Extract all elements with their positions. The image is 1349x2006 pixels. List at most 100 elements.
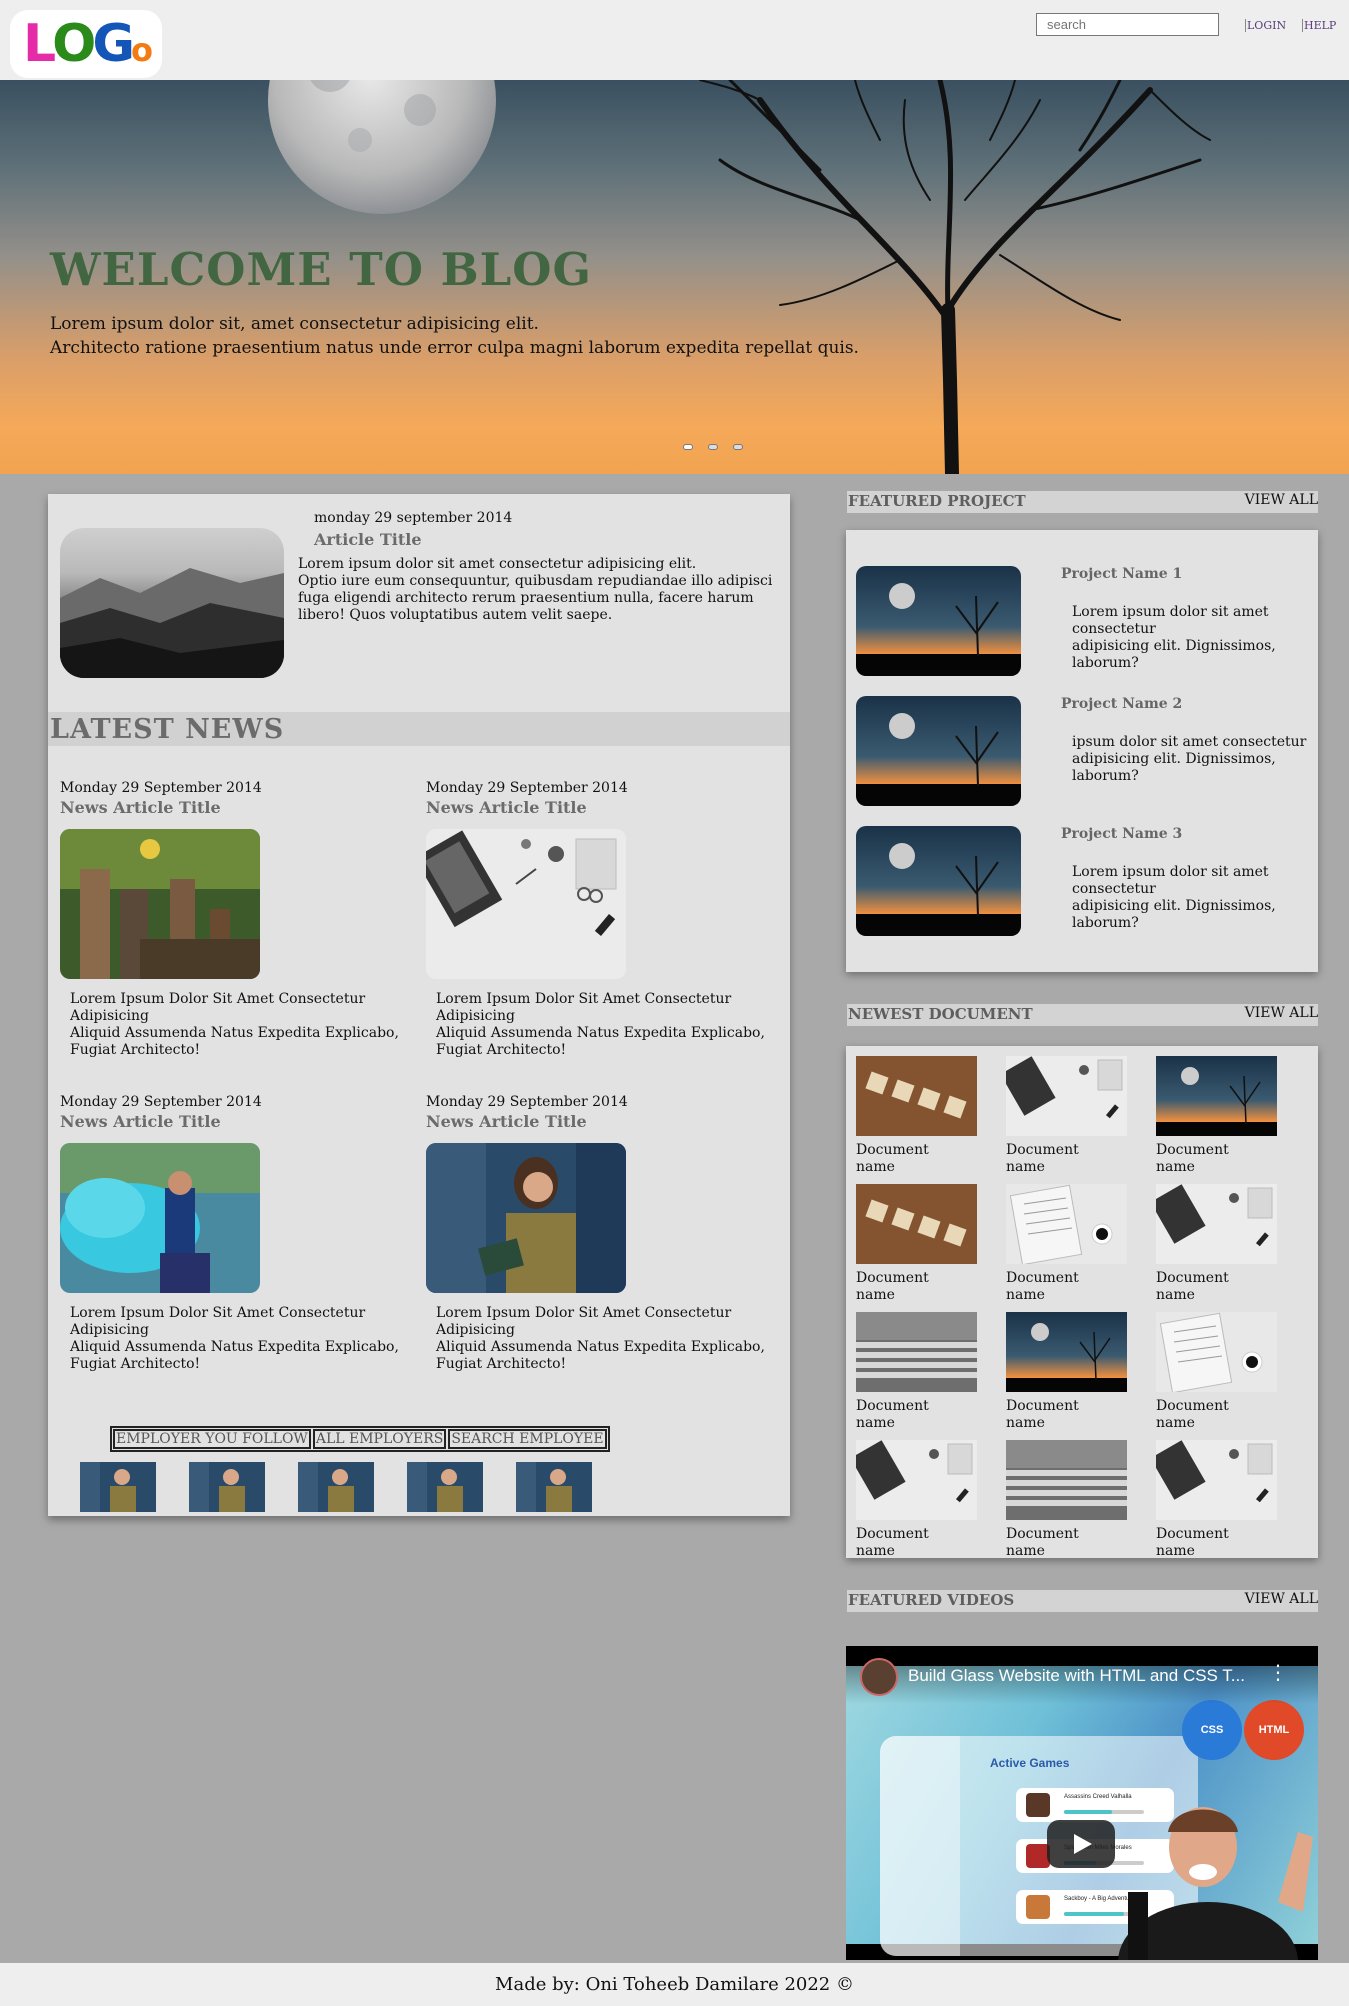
- latest-news-header: LATEST NEWS: [48, 712, 790, 746]
- help-link[interactable]: HELP: [1302, 19, 1336, 32]
- document-thumbnail[interactable]: [1006, 1184, 1127, 1264]
- document-item[interactable]: Document name: [1006, 1440, 1131, 1560]
- news-text-line: Aliquid Assumenda Natus Expedita Explica…: [70, 1339, 399, 1372]
- document-thumbnail[interactable]: [1156, 1184, 1277, 1264]
- document-name: Document name: [856, 1270, 929, 1303]
- document-item[interactable]: Document name: [1156, 1312, 1281, 1432]
- featured-article-date: monday 29 september 2014: [314, 510, 513, 526]
- document-item[interactable]: Document name: [1006, 1312, 1131, 1432]
- play-button[interactable]: [1047, 1820, 1115, 1868]
- news-title[interactable]: News Article Title: [60, 798, 400, 817]
- view-all-videos-link[interactable]: VIEW ALL: [1245, 1591, 1318, 1607]
- document-item[interactable]: Document name: [856, 1312, 981, 1432]
- tab-search-employee[interactable]: SEARCH EMPLOYEE: [448, 1429, 607, 1449]
- project-desc-line: Lorem ipsum dolor sit amet consectetur: [1072, 604, 1269, 637]
- featured-article-title[interactable]: Article Title: [314, 530, 422, 549]
- document-thumbnail[interactable]: [1156, 1056, 1277, 1136]
- view-all-documents-link[interactable]: VIEW ALL: [1245, 1005, 1318, 1021]
- employer-thumb[interactable]: [407, 1462, 483, 1512]
- slider-dot[interactable]: [733, 444, 743, 450]
- featured-project-card: Project Name 1 Lorem ipsum dolor sit ame…: [846, 530, 1318, 972]
- channel-avatar[interactable]: [860, 1658, 898, 1696]
- document-thumbnail[interactable]: [1006, 1312, 1127, 1392]
- logo-letter: L: [22, 14, 56, 74]
- children-forest-icon: [60, 829, 260, 979]
- document-thumbnail[interactable]: [1156, 1312, 1277, 1392]
- project-name[interactable]: Project Name 2: [1061, 696, 1182, 712]
- document-item[interactable]: Document name: [1006, 1184, 1131, 1304]
- search-input[interactable]: [1036, 13, 1219, 36]
- document-name: Document name: [856, 1526, 929, 1559]
- project-desc-line: Lorem ipsum dolor sit amet consectetur: [1072, 864, 1269, 897]
- newest-document-title: NEWEST DOCUMENT: [848, 1005, 1033, 1023]
- news-title[interactable]: News Article Title: [60, 1112, 400, 1131]
- logo-letter: o: [131, 31, 153, 69]
- html-badge: HTML: [1244, 1700, 1304, 1760]
- slider-dot[interactable]: [683, 444, 693, 450]
- document-name: Document name: [1006, 1398, 1079, 1431]
- hero-subtitle-line: Architecto ratione praesentium natus und…: [50, 338, 859, 358]
- featured-project-title: FEATURED PROJECT: [848, 492, 1026, 510]
- news-image-desk[interactable]: [426, 829, 626, 979]
- document-item[interactable]: Document name: [856, 1184, 981, 1304]
- document-item[interactable]: Document name: [1156, 1440, 1281, 1560]
- news-image-reader[interactable]: [426, 1143, 626, 1293]
- featured-article-image[interactable]: [60, 528, 284, 678]
- document-name: Document name: [1006, 1526, 1079, 1559]
- more-options-icon[interactable]: ⋮: [1268, 1660, 1288, 1684]
- news-image-children[interactable]: [60, 829, 260, 979]
- news-text: Lorem Ipsum Dolor Sit Amet Consectetur A…: [70, 1305, 400, 1373]
- project-image[interactable]: [856, 826, 1021, 936]
- featured-videos-title: FEATURED VIDEOS: [848, 1591, 1015, 1609]
- video-player[interactable]: Active Games Assassins Creed Valhalla Sp…: [846, 1646, 1318, 1960]
- project-desc-line: ipsum dolor sit amet consectetur: [1072, 734, 1307, 750]
- project-desc-line: adipisicing elit. Dignissimos, laborum?: [1072, 751, 1276, 784]
- project-name[interactable]: Project Name 3: [1061, 826, 1182, 842]
- employer-thumb[interactable]: [189, 1462, 265, 1512]
- employer-thumb[interactable]: [516, 1462, 592, 1512]
- login-link[interactable]: LOGIN: [1245, 19, 1286, 32]
- document-item[interactable]: Document name: [1156, 1056, 1281, 1176]
- document-thumbnail[interactable]: [856, 1440, 977, 1520]
- project-name[interactable]: Project Name 1: [1061, 566, 1182, 582]
- video-thumbnail: Active Games Assassins Creed Valhalla Sp…: [846, 1666, 1318, 1960]
- project-image[interactable]: [856, 566, 1021, 676]
- logo-letter: G: [92, 14, 135, 74]
- employer-thumb[interactable]: [80, 1462, 156, 1512]
- news-title[interactable]: News Article Title: [426, 798, 766, 817]
- document-item[interactable]: Document name: [856, 1440, 981, 1560]
- moon-tree-icon: [856, 696, 1021, 806]
- video-title[interactable]: Build Glass Website with HTML and CSS T.…: [908, 1666, 1288, 1686]
- woman-reading-icon: [189, 1462, 265, 1512]
- news-text: Lorem Ipsum Dolor Sit Amet Consectetur A…: [436, 1305, 766, 1373]
- view-all-projects-link[interactable]: VIEW ALL: [1245, 492, 1318, 508]
- news-image-smoke[interactable]: [60, 1143, 260, 1293]
- document-thumbnail[interactable]: [1006, 1056, 1127, 1136]
- document-thumbnail[interactable]: [856, 1184, 977, 1264]
- document-item[interactable]: Document name: [856, 1056, 981, 1176]
- news-text-line: Aliquid Assumenda Natus Expedita Explica…: [436, 1025, 765, 1058]
- woman-reading-icon: [516, 1462, 592, 1512]
- document-thumbnail[interactable]: [1156, 1440, 1277, 1520]
- document-item[interactable]: Document name: [1156, 1184, 1281, 1304]
- site-logo[interactable]: LOGo: [10, 10, 162, 78]
- document-thumbnail[interactable]: [856, 1056, 977, 1136]
- document-item[interactable]: Document name: [1006, 1056, 1131, 1176]
- blue-smoke-icon: [60, 1143, 260, 1293]
- document-thumbnail[interactable]: [856, 1312, 977, 1392]
- employer-thumb[interactable]: [298, 1462, 374, 1512]
- project-image[interactable]: [856, 696, 1021, 806]
- slider-dot[interactable]: [708, 444, 718, 450]
- news-title[interactable]: News Article Title: [426, 1112, 766, 1131]
- tab-employer-you-follow[interactable]: EMPLOYER YOU FOLLOW: [113, 1429, 311, 1449]
- document-thumbnail[interactable]: [1006, 1440, 1127, 1520]
- tab-all-employers[interactable]: ALL EMPLOYERS: [312, 1429, 447, 1449]
- document-name: Document name: [1156, 1270, 1229, 1303]
- body-line: Optio iure eum consequuntur, quibusdam r…: [298, 573, 773, 623]
- moon-tree-icon: [856, 826, 1021, 936]
- panel-sidebar: [880, 1736, 960, 1956]
- hero-title: WELCOME TO BLOG: [50, 243, 592, 296]
- newspaper-icon: [1006, 1184, 1127, 1264]
- project-desc-line: adipisicing elit. Dignissimos, laborum?: [1072, 638, 1276, 671]
- footer: Made by: Oni Toheeb Damilare 2022 ©: [0, 1963, 1349, 2006]
